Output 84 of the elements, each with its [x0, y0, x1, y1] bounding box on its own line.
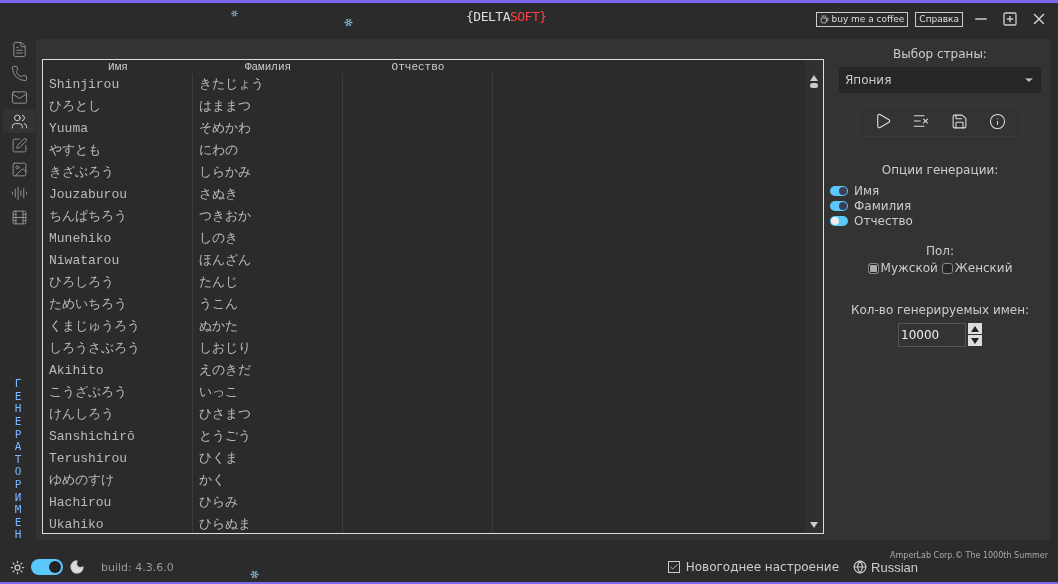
radio-button[interactable] — [867, 262, 879, 274]
globe-icon — [853, 560, 868, 574]
table-cell: ぬかた — [193, 316, 343, 338]
table-cell: うこん — [193, 294, 343, 316]
logo: {DELTASOFT} — [466, 9, 547, 24]
checkbox-label: Новогоднее настроение — [685, 560, 840, 574]
toggle-switch[interactable] — [830, 215, 848, 226]
table-cell: Terushirou — [43, 448, 193, 470]
table-cell: しおじり — [193, 338, 343, 360]
column-header: Фамилия — [243, 60, 293, 74]
copyright-text: AmperLab Corp.© The 1000th Summer — [890, 551, 1048, 560]
table-cell: Munehiko — [43, 228, 193, 250]
moon-icon — [69, 559, 85, 575]
radio-button[interactable] — [941, 262, 953, 274]
table-cell: ひらぬま — [193, 514, 343, 533]
table-cell: Akihito — [43, 360, 193, 382]
table-cell: そめかわ — [193, 118, 343, 140]
table-cell: ためいちろう — [43, 294, 193, 316]
table-cell: やすとも — [43, 140, 193, 162]
help-button[interactable]: Справка — [915, 11, 963, 27]
table-cell: にわの — [193, 140, 343, 162]
table-cell: かく — [193, 470, 343, 492]
table-cell: Niwatarou — [43, 250, 193, 272]
option-label: Имя — [854, 183, 880, 198]
people-icon[interactable] — [3, 109, 35, 133]
options-label: Опции генерации: — [881, 163, 999, 177]
sun-icon — [10, 559, 25, 575]
snowflake-icon — [231, 10, 238, 17]
table-cell: ひらみ — [193, 492, 343, 514]
scroll-up-icon[interactable] — [809, 74, 819, 88]
table-cell: たんじ — [193, 272, 343, 294]
theme-toggle[interactable] — [31, 559, 63, 575]
table-cell: Sanshichirō — [43, 426, 193, 448]
toggle-switch[interactable] — [830, 200, 848, 211]
table-cell: Yuuma — [43, 118, 193, 140]
table-cell: ゆめのすけ — [43, 470, 193, 492]
radio-label: Мужской — [880, 261, 938, 275]
table-cell: つきおか — [193, 206, 343, 228]
option-label: Отчество — [854, 213, 913, 228]
table-cell: はままつ — [193, 96, 343, 118]
table-cell: しろうさぶろう — [43, 338, 193, 360]
count-label: Кол-во генерируемых имен: — [850, 303, 1030, 317]
snowflake-icon — [250, 570, 259, 579]
table-cell: Hachirou — [43, 492, 193, 514]
increment-icon[interactable] — [968, 323, 982, 334]
table-cell: ちんぱちろう — [43, 206, 193, 228]
option-label: Фамилия — [854, 198, 912, 213]
build-version: build: 4.3.6.0 — [101, 560, 174, 574]
column-header: Имя — [107, 60, 129, 74]
table-cell: しらかみ — [193, 162, 343, 184]
decrement-icon[interactable] — [968, 335, 982, 346]
section-title: ГЕНЕРАТОР ИМЕН — [14, 378, 22, 542]
column-header: Отчество — [390, 60, 446, 74]
country-select[interactable]: Япония — [839, 67, 1041, 93]
checkbox[interactable] — [667, 561, 680, 573]
table-cell: ひさまつ — [193, 404, 343, 426]
table-cell: きたじょう — [193, 74, 343, 96]
country-label: Выбор страны: — [893, 47, 987, 61]
table-cell: ほんざん — [193, 250, 343, 272]
scroll-down-icon[interactable] — [809, 521, 819, 529]
table-cell: ひくま — [193, 448, 343, 470]
radio-label: Женский — [954, 261, 1013, 275]
toggle-switch[interactable] — [830, 185, 848, 196]
count-field[interactable]: 10000 — [898, 323, 966, 347]
table-cell: とうごう — [193, 426, 343, 448]
table-cell: ひろしろう — [43, 272, 193, 294]
table-cell: きざぶろう — [43, 162, 193, 184]
table-cell: さぬき — [193, 184, 343, 206]
language-button[interactable]: Russian — [853, 559, 918, 575]
coffee-icon — [820, 14, 830, 24]
gender-label: Пол: — [925, 244, 955, 258]
snowflake-icon — [344, 18, 353, 27]
table-cell: けんしろう — [43, 404, 193, 426]
table-cell: くまじゅうろう — [43, 316, 193, 338]
scrollbar[interactable] — [805, 60, 823, 533]
table-cell: Jouzaburou — [43, 184, 193, 206]
table-cell: Shinjirou — [43, 74, 193, 96]
table-cell: えのきだ — [193, 360, 343, 382]
table-cell: いっこ — [193, 382, 343, 404]
table-cell: しのき — [193, 228, 343, 250]
table-cell: こうざぶろう — [43, 382, 193, 404]
coffee-button[interactable]: buy me a coffee — [816, 11, 909, 27]
table-cell: ひろとし — [43, 96, 193, 118]
table-cell: Ukahiko — [43, 514, 193, 533]
